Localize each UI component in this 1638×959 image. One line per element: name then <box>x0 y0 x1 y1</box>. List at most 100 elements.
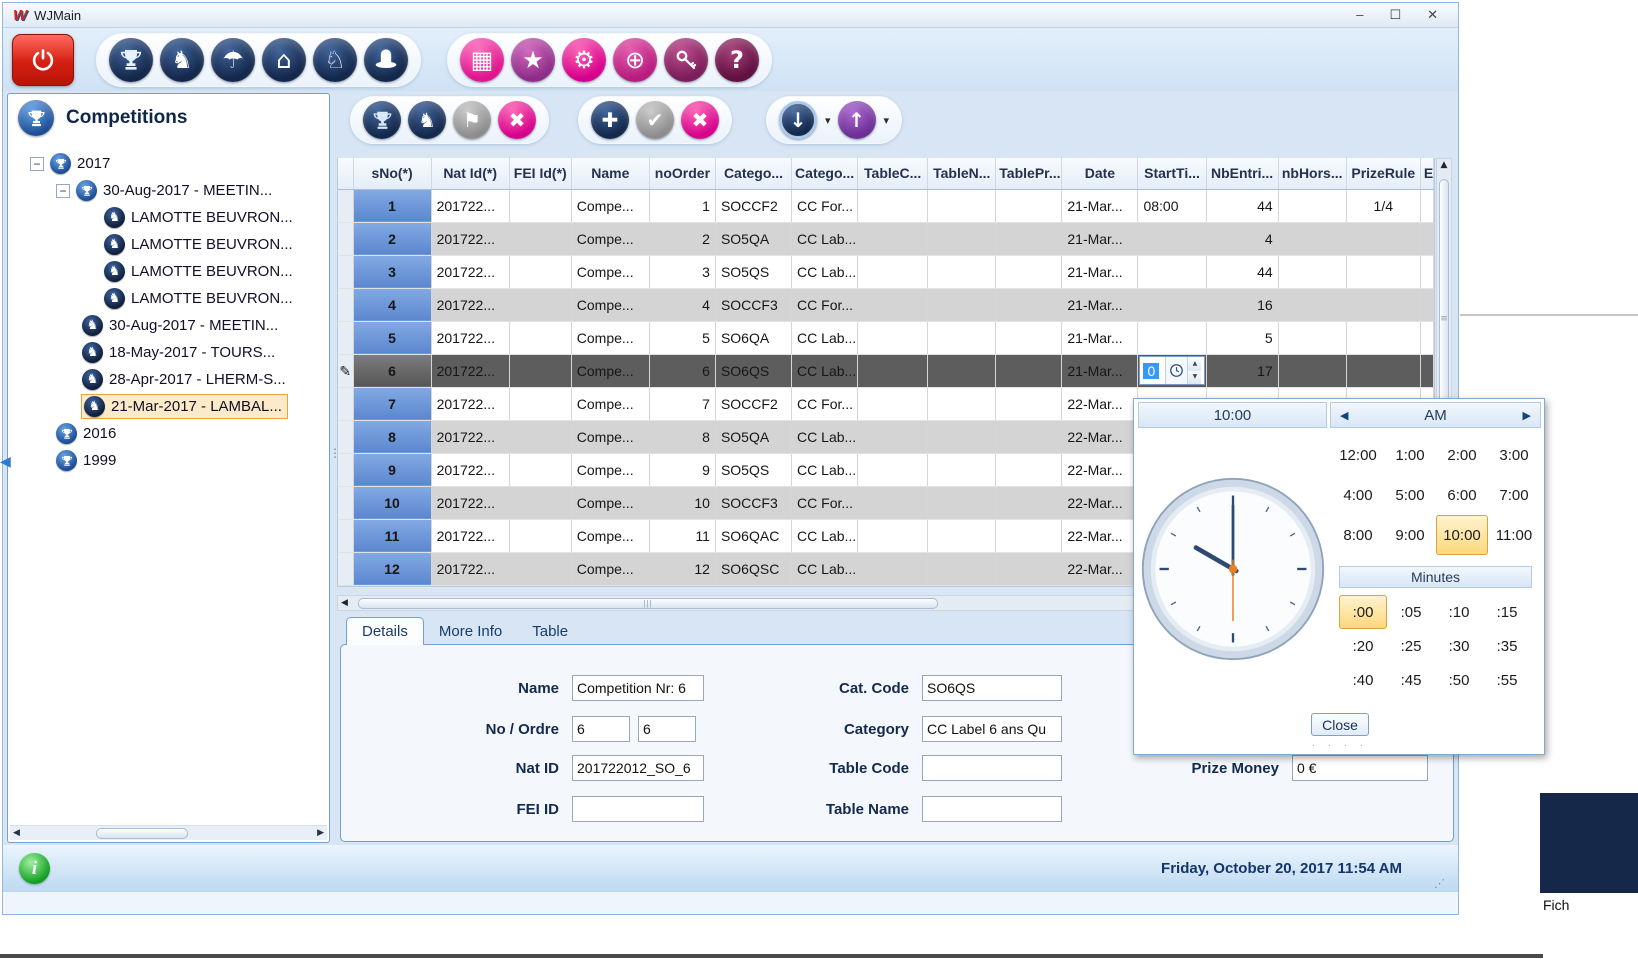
hour-option[interactable]: 7:00 <box>1488 475 1540 515</box>
fei-id-field[interactable] <box>572 796 704 822</box>
upload-caret-icon[interactable]: ▾ <box>884 115 890 126</box>
hour-option[interactable]: 8:00 <box>1332 515 1384 555</box>
sidebar-collapse-chevron[interactable]: ◀ <box>0 455 11 469</box>
tree-expander[interactable]: − <box>30 156 44 171</box>
splitter-handle[interactable]: ⋮ <box>329 447 341 459</box>
minimize-button[interactable]: – <box>1356 7 1363 23</box>
minute-option[interactable]: :10 <box>1435 595 1483 629</box>
upload-button[interactable]: ↑ <box>837 101 876 139</box>
minute-option[interactable]: :55 <box>1483 663 1531 697</box>
hour-option[interactable]: 9:00 <box>1384 515 1436 555</box>
row-number[interactable]: 6 <box>353 354 432 388</box>
hour-option[interactable]: 3:00 <box>1488 435 1540 475</box>
minute-option[interactable]: :40 <box>1339 663 1387 697</box>
tree-item-competition[interactable]: ♞ LAMOTTE BEUVRON... <box>8 204 293 231</box>
favorites-button[interactable]: ★ <box>511 37 555 82</box>
clock-picker-button[interactable] <box>1165 357 1188 384</box>
hour-option[interactable]: 1:00 <box>1384 435 1436 475</box>
resize-grip-icon[interactable]: ⋰ <box>1434 878 1445 889</box>
hour-option[interactable]: 11:00 <box>1488 515 1540 555</box>
table-row[interactable]: 4 201722... Compe... 4 SOCCF3 CC For... 21-… <box>338 288 1435 322</box>
table-row-selected[interactable]: ✎ 6 201722... Compe... 6 SO6QS CC Lab... 21… <box>338 354 1435 388</box>
tree-item-meeting[interactable]: − 30-Aug-2017 - MEETIN... <box>8 177 272 204</box>
column-header[interactable]: StartTi... <box>1137 158 1207 190</box>
row-number[interactable]: 3 <box>353 255 432 289</box>
scrollbar-thumb[interactable] <box>96 828 188 839</box>
scroll-left-icon[interactable]: ◀ <box>341 598 348 608</box>
table-row[interactable]: 5 201722... Compe... 5 SO6QA CC Lab... 21-M… <box>338 321 1435 355</box>
download-caret-icon[interactable]: ▾ <box>825 115 831 126</box>
hats-button[interactable] <box>364 37 408 82</box>
horses-button[interactable]: ♞ <box>160 37 204 82</box>
minute-option[interactable]: :05 <box>1387 595 1435 629</box>
download-button[interactable]: ↓ <box>779 101 817 139</box>
row-number[interactable]: 9 <box>353 453 432 487</box>
delete-row-button[interactable]: ✖ <box>681 101 719 139</box>
hour-option-selected[interactable]: 10:00 <box>1436 515 1488 555</box>
add-row-button[interactable]: ✚ <box>591 101 629 139</box>
hour-option[interactable]: 4:00 <box>1332 475 1384 515</box>
tab-table[interactable]: Table <box>517 618 583 645</box>
time-spinner[interactable]: ▲ ▼ <box>1187 357 1202 384</box>
column-header[interactable]: sNo(*) <box>353 158 432 190</box>
column-header[interactable]: Catego... <box>791 158 859 190</box>
license-button[interactable] <box>664 37 708 82</box>
meridiem-prev-icon[interactable]: ◀ <box>1340 410 1348 421</box>
hour-option[interactable]: 12:00 <box>1332 435 1384 475</box>
minute-option[interactable]: :35 <box>1483 629 1531 663</box>
column-header[interactable]: Date <box>1061 158 1139 190</box>
minute-option[interactable]: :20 <box>1339 629 1387 663</box>
tree-item-year[interactable]: − 2017 <box>8 150 110 177</box>
cells-button[interactable]: ▦ <box>460 37 504 82</box>
row-number[interactable]: 1 <box>353 189 432 223</box>
category-field[interactable] <box>922 716 1062 742</box>
power-button[interactable] <box>12 33 74 86</box>
riders-button[interactable]: ☂ <box>211 37 255 82</box>
cat-code-field[interactable] <box>922 675 1062 701</box>
column-header[interactable]: TablePr... <box>995 158 1063 190</box>
scroll-up-icon[interactable]: ▲ <box>1437 161 1451 170</box>
tree-item-meeting-selected[interactable]: ♞ 21-Mar-2017 - LAMBAL... <box>8 393 288 420</box>
sidebar-hscrollbar[interactable]: ◀ ▶ <box>10 825 327 840</box>
hour-option[interactable]: 5:00 <box>1384 475 1436 515</box>
meridiem-next-icon[interactable]: ▶ <box>1523 410 1531 421</box>
hour-option[interactable]: 2:00 <box>1436 435 1488 475</box>
hour-option[interactable]: 6:00 <box>1436 475 1488 515</box>
row-number[interactable]: 7 <box>353 387 432 421</box>
tree-expander[interactable]: − <box>56 183 70 198</box>
tree-item-meeting[interactable]: ♞ 18-May-2017 - TOURS... <box>8 339 275 366</box>
home-button[interactable]: ⌂ <box>262 37 306 82</box>
minute-option[interactable]: :30 <box>1435 629 1483 663</box>
table-row[interactable]: 1 201722... Compe... 1 SOCCF2 CC For... 21-… <box>338 189 1435 223</box>
tab-details[interactable]: Details <box>346 617 424 645</box>
column-header[interactable]: PrizeRule <box>1346 158 1421 190</box>
tree-item-competition[interactable]: ♞ LAMOTTE BEUVRON... <box>8 231 293 258</box>
spinner-down-icon[interactable]: ▼ <box>1188 370 1202 384</box>
column-header[interactable]: Catego... <box>715 158 793 190</box>
row-number[interactable]: 2 <box>353 222 432 256</box>
tree-item-year[interactable]: 2016 <box>8 420 116 447</box>
spinner-up-icon[interactable]: ▲ <box>1188 357 1202 371</box>
no-field[interactable] <box>572 716 630 742</box>
column-header[interactable]: E <box>1420 158 1435 190</box>
competition-button[interactable] <box>363 101 401 139</box>
name-field[interactable] <box>572 675 704 701</box>
help-button[interactable]: ? <box>715 37 759 82</box>
column-header[interactable]: FEI Id(*) <box>509 158 572 190</box>
close-button[interactable]: ✕ <box>1427 7 1438 23</box>
maximize-button[interactable]: ☐ <box>1389 7 1401 23</box>
scroll-right-icon[interactable]: ▶ <box>317 828 324 838</box>
column-header[interactable]: TableN... <box>927 158 997 190</box>
minute-option-selected[interactable]: :00 <box>1339 595 1387 629</box>
selected-tree-item[interactable]: ♞ 21-Mar-2017 - LAMBAL... <box>81 394 288 419</box>
minute-option[interactable]: :25 <box>1387 629 1435 663</box>
row-number[interactable]: 4 <box>353 288 432 322</box>
minute-option[interactable]: :45 <box>1387 663 1435 697</box>
column-header[interactable]: NbEntri... <box>1206 158 1279 190</box>
table-name-field[interactable] <box>922 796 1062 822</box>
column-header[interactable]: Nat Id(*) <box>431 158 510 190</box>
row-number[interactable]: 11 <box>353 519 432 553</box>
tab-more-info[interactable]: More Info <box>424 618 517 645</box>
tree-item-competition[interactable]: ♞ LAMOTTE BEUVRON... <box>8 258 293 285</box>
popup-resize-grip[interactable]: · · · · <box>1134 740 1546 751</box>
